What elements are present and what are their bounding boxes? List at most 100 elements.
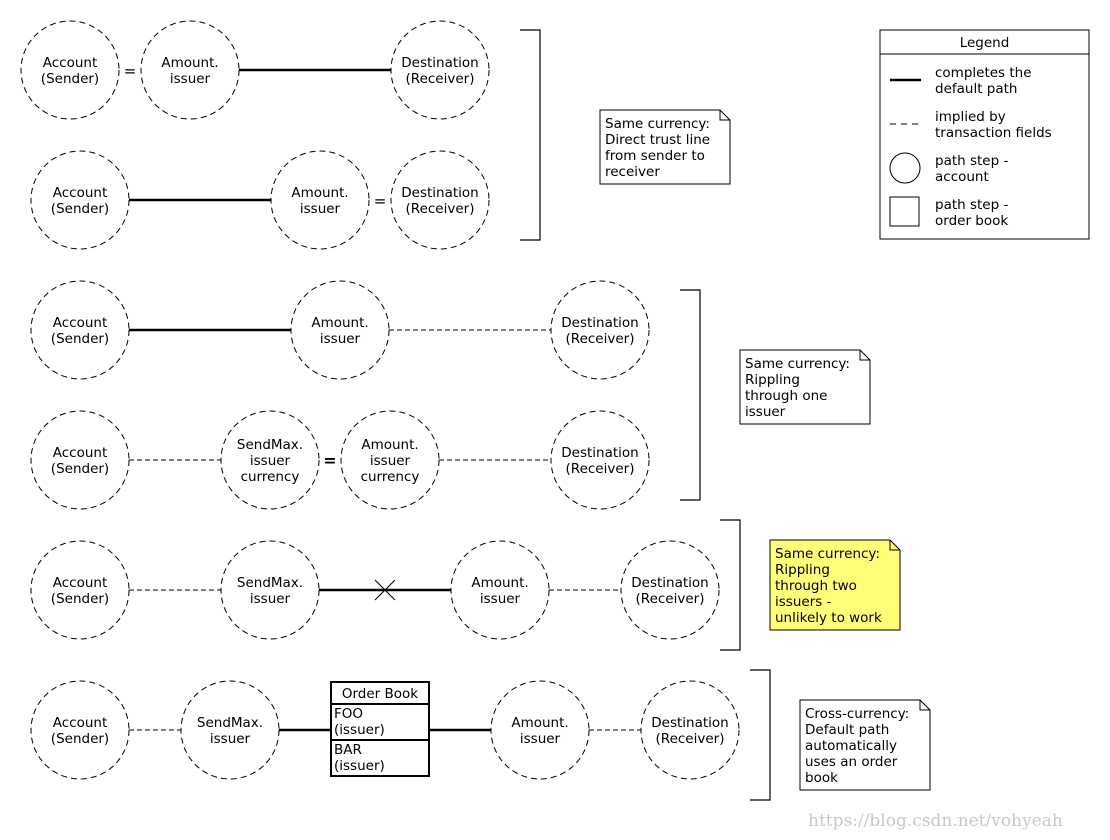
account-node: SendMax.issuercurrency <box>220 410 320 510</box>
order-book-entry: (issuer) <box>334 722 385 738</box>
note-line: through two <box>775 578 857 594</box>
node-label: Destination <box>561 315 638 331</box>
note: Same currency:Ripplingthrough oneissuer <box>739 349 871 425</box>
note: Cross-currency:Default pathautomatically… <box>799 699 931 791</box>
account-node: SendMax.issuer <box>220 540 320 640</box>
path-row: Account(Sender) Amount.issuer Destination(… <box>20 20 490 120</box>
note-line: Default path <box>805 722 889 738</box>
node-label: Destination <box>631 575 708 591</box>
group-bracket <box>680 289 701 501</box>
node-label: Account <box>53 715 108 731</box>
legend-label: default path <box>935 81 1017 97</box>
account-node: Account(Sender) <box>30 410 130 510</box>
node-label: Amount. <box>361 437 418 453</box>
legend-label: path step - <box>935 197 1008 213</box>
path-row: Account(Sender)SendMax.issuerAmount.issu… <box>30 540 720 640</box>
node-label: issuer <box>250 453 291 469</box>
note-line: issuers - <box>775 594 832 610</box>
node-label: (Sender) <box>51 731 109 747</box>
legend-label: implied by <box>935 109 1006 125</box>
account-node: Amount.issuer <box>270 150 370 250</box>
note: Same currency:Ripplingthrough twoissuers… <box>769 539 901 631</box>
node-label: (Receiver) <box>656 731 725 747</box>
node-label: (Receiver) <box>406 201 475 217</box>
legend: Legend completes thedefault path implied b… <box>879 29 1090 240</box>
node-label: (Sender) <box>51 461 109 477</box>
account-node: Account(Sender) <box>30 540 130 640</box>
node-label: issuer <box>320 331 361 347</box>
node-label: (Receiver) <box>566 331 635 347</box>
node-label: issuer <box>520 731 561 747</box>
account-node: Amount.issuercurrency <box>340 410 440 510</box>
account-node: Amount.issuer <box>290 280 390 380</box>
node-label: issuer <box>170 71 211 87</box>
node-label: Account <box>53 445 108 461</box>
node-label: (Receiver) <box>636 591 705 607</box>
node-label: Destination <box>401 55 478 71</box>
account-node: Amount.issuer <box>450 540 550 640</box>
path-row: Account(Sender)SendMax.issuerOrder BookF… <box>30 680 740 780</box>
account-node: Destination(Receiver) <box>620 540 720 640</box>
order-book-entry: FOO <box>334 706 363 722</box>
equals-sign: = <box>374 192 387 210</box>
group-bracket <box>720 519 741 651</box>
account-node: Destination(Receiver) <box>550 280 650 380</box>
node-label: Destination <box>651 715 728 731</box>
path-row: Account(Sender)Amount.issuerDestination(… <box>30 150 490 250</box>
node-label: issuer <box>250 591 291 607</box>
note-line: Rippling <box>745 372 800 388</box>
group-bracket <box>520 29 541 241</box>
legend-label: completes the <box>935 65 1032 81</box>
note-line: automatically <box>805 738 897 754</box>
account-node: Account(Sender) <box>30 150 130 250</box>
node-label: Account <box>43 55 98 71</box>
legend-title: Legend <box>960 35 1010 51</box>
node-label: Account <box>53 315 108 331</box>
order-book-title: Order Book <box>342 686 418 702</box>
node-label: Destination <box>561 445 638 461</box>
note-line: issuer <box>745 404 786 420</box>
note-line: uses an order <box>805 754 898 770</box>
equals-sign: = <box>124 62 137 80</box>
note-line: Cross-currency: <box>805 706 909 722</box>
node-label: (Receiver) <box>406 71 475 87</box>
account-node: Destination(Receiver) <box>390 150 490 250</box>
note-line: Same currency: <box>745 356 850 372</box>
node-label: (Sender) <box>51 331 109 347</box>
node-label: Amount. <box>161 55 218 71</box>
account-node: Destination(Receiver) <box>390 20 490 120</box>
order-book-node: Order BookFOO(issuer)BAR(issuer) <box>330 681 430 777</box>
account-node: Account(Sender) <box>30 680 130 780</box>
account-node: Destination(Receiver) <box>550 410 650 510</box>
legend-label: path step - <box>935 153 1008 169</box>
note-line: receiver <box>605 164 660 180</box>
note-line: Direct trust line <box>605 132 710 148</box>
node-label: issuer <box>300 201 341 217</box>
node-label: SendMax. <box>237 575 303 591</box>
node-label: issuer <box>210 731 251 747</box>
note-line: through one <box>745 388 827 404</box>
watermark: https://blog.csdn.net/vohyeah <box>808 811 1063 831</box>
node-label: (Sender) <box>41 71 99 87</box>
path-row: Account(Sender)SendMax.issuercurrencyAmo… <box>30 410 650 510</box>
node-label: issuer <box>480 591 521 607</box>
account-node: Destination(Receiver) <box>640 680 740 780</box>
note-line: Same currency: <box>775 546 880 562</box>
note-line: from sender to <box>605 148 705 164</box>
node-label: Destination <box>401 185 478 201</box>
note-line: Rippling <box>775 562 830 578</box>
node-label: (Sender) <box>51 591 109 607</box>
node-label: Amount. <box>291 185 348 201</box>
group-bracket <box>750 669 771 801</box>
node-label: Account <box>53 185 108 201</box>
account-node: Amount.issuer <box>140 20 240 120</box>
node-label: Amount. <box>471 575 528 591</box>
node-label: Account <box>53 575 108 591</box>
note-line: book <box>805 770 838 786</box>
account-node: Amount.issuer <box>490 680 590 780</box>
order-book-entry: BAR <box>334 742 362 758</box>
node-label: Amount. <box>511 715 568 731</box>
node-label: currency <box>241 469 300 485</box>
equals-sign: = <box>323 451 336 470</box>
note: Same currency:Direct trust linefrom send… <box>599 109 731 185</box>
